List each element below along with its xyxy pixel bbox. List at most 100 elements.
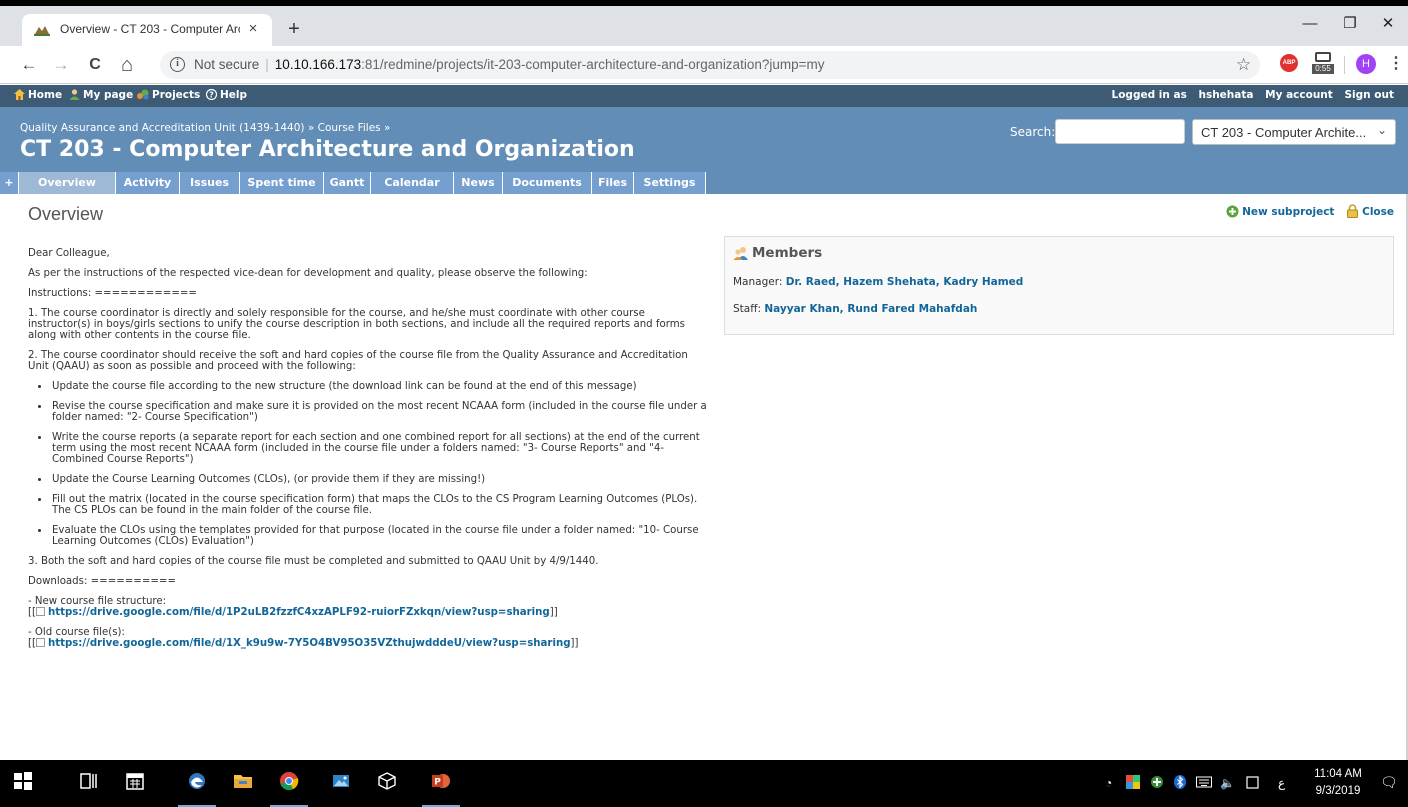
breadcrumb[interactable]: Quality Assurance and Accreditation Unit…	[20, 122, 390, 134]
tab-gantt[interactable]: Gantt	[324, 172, 371, 194]
instruction-2-list: Update the course file according to the …	[50, 381, 708, 547]
tab-issues[interactable]: Issues	[180, 172, 240, 194]
top-menu-my-page[interactable]: My page	[69, 89, 133, 101]
tab-settings[interactable]: Settings	[634, 172, 706, 194]
3d-viewer-button[interactable]	[364, 760, 410, 807]
new-structure-link[interactable]: https://drive.google.com/file/d/1P2uLB2f…	[48, 607, 550, 618]
photos-app-button[interactable]	[318, 760, 364, 807]
tab-close-icon[interactable]: ×	[244, 20, 262, 38]
task-view-button[interactable]	[66, 760, 112, 807]
home-button[interactable]: ⌂	[116, 54, 138, 76]
logged-in-user[interactable]: hshehata	[1198, 89, 1253, 101]
input-language-indicator[interactable]: ع	[1278, 776, 1285, 790]
group-icon	[733, 247, 748, 260]
browser-tab-overview[interactable]: Overview - CT 203 - Computer Architectur…	[22, 14, 272, 46]
tab-new-object[interactable]: +	[0, 172, 19, 194]
tab-calendar[interactable]: Calendar	[371, 172, 454, 194]
browser-toolbar: ← → C ⌂ i Not secure | 10.10.166.173:81/re…	[0, 46, 1408, 84]
search-input[interactable]	[1055, 119, 1185, 144]
forward-button[interactable]: →	[50, 54, 72, 76]
back-button[interactable]: ←	[18, 54, 40, 76]
bluetooth-tray-icon[interactable]	[1174, 775, 1186, 789]
cube-icon	[378, 772, 396, 790]
project-jump-select[interactable]: CT 203 - Computer Archite... ⌄	[1192, 119, 1396, 145]
top-menu-help-label: Help	[220, 89, 248, 101]
list-item: Write the course reports (a separate rep…	[50, 432, 708, 465]
instruction-3: 3. Both the soft and hard copies of the …	[28, 556, 599, 567]
tab-files[interactable]: Files	[592, 172, 634, 194]
clock[interactable]: 11:04 AM 9/3/2019	[1306, 766, 1370, 800]
folder-icon	[234, 775, 252, 788]
color-app-tray-icon[interactable]	[1126, 775, 1140, 789]
close-label: Close	[1362, 206, 1394, 218]
file-explorer-button[interactable]	[220, 760, 266, 807]
members-box: Members Manager: Dr. Raed, Hazem Shehata…	[724, 236, 1394, 335]
tab-spent-time[interactable]: Spent time	[240, 172, 324, 194]
url-host: 10.10.166.173	[274, 57, 362, 72]
user-icon	[69, 89, 80, 100]
window-minimize-button[interactable]: —	[1290, 13, 1330, 35]
new-tab-button[interactable]: +	[282, 17, 306, 41]
new-structure-label: - New course file structure:	[28, 596, 167, 607]
top-menu-home[interactable]: Home	[14, 89, 62, 101]
tab-documents[interactable]: Documents	[503, 172, 592, 194]
top-menu-projects[interactable]: Projects	[137, 89, 200, 101]
profile-avatar[interactable]: H	[1356, 54, 1376, 74]
sign-out-link[interactable]: Sign out	[1344, 89, 1394, 101]
new-subproject-label: New subproject	[1242, 206, 1335, 218]
network-app-tray-icon[interactable]	[1150, 775, 1164, 789]
close-project-link[interactable]: Close	[1346, 204, 1394, 218]
window-maximize-button[interactable]: ❐	[1330, 13, 1370, 35]
keyboard-tray-icon[interactable]	[1196, 775, 1212, 789]
link-open-bracket: [[	[28, 638, 36, 649]
chrome-app-button[interactable]	[266, 760, 312, 807]
calendar-icon	[126, 773, 144, 790]
list-item: Revise the course specification and make…	[50, 401, 708, 423]
powerpoint-button[interactable]: P	[418, 760, 464, 807]
display-tray-icon[interactable]	[1246, 776, 1259, 789]
old-files-link[interactable]: https://drive.google.com/file/d/1X_k9u9w…	[48, 638, 571, 649]
help-icon: ?	[206, 89, 217, 100]
staff-label: Staff:	[733, 303, 761, 315]
svg-text:P: P	[434, 778, 441, 788]
site-info-icon[interactable]: i	[170, 57, 185, 72]
instruction-1: 1. The course coordinator is directly an…	[28, 308, 685, 341]
instructions-header: Instructions: ============	[28, 288, 197, 299]
my-account-link[interactable]: My account	[1265, 89, 1333, 101]
project-description: Dear Colleague, As per the instructions …	[28, 248, 708, 658]
top-menu-home-label: Home	[28, 89, 63, 101]
browser-menu-icon[interactable]: ⋮	[1388, 53, 1404, 73]
edge-app-button[interactable]	[174, 760, 220, 807]
wifi-tray-icon[interactable]: ◔	[1105, 776, 1112, 790]
address-bar[interactable]: i Not secure | 10.10.166.173:81/redmine/pr…	[160, 51, 1260, 79]
instruction-2: 2. The course coordinator should receive…	[28, 350, 688, 372]
tab-overview[interactable]: Overview	[19, 172, 116, 194]
calendar-app-button[interactable]	[112, 760, 158, 807]
list-item: Update the course file according to the …	[50, 381, 708, 392]
project-select-value: CT 203 - Computer Archite...	[1201, 125, 1367, 140]
window-close-button[interactable]: ✕	[1368, 13, 1408, 35]
staff-links[interactable]: Nayyar Khan, Rund Fared Mahafdah	[764, 303, 977, 315]
old-files-block: - Old course file(s): [[https://drive.go…	[28, 627, 708, 649]
adblock-extension-icon[interactable]: ABP	[1280, 54, 1298, 72]
action-center-icon[interactable]: 🗨	[1380, 774, 1398, 791]
link-close-bracket: ]]	[570, 638, 579, 649]
reload-button[interactable]: C	[84, 54, 106, 76]
new-subproject-link[interactable]: New subproject	[1226, 205, 1338, 218]
volume-tray-icon[interactable]: 🔈	[1220, 776, 1235, 790]
main-content: Overview New subproject Close Dear Colle…	[0, 194, 1406, 760]
tab-activity[interactable]: Activity	[116, 172, 180, 194]
managers-links[interactable]: Dr. Raed, Hazem Shehata, Kadry Hamed	[786, 276, 1024, 288]
toolbar-separator	[1344, 56, 1345, 74]
new-structure-block: - New course file structure: [[https://d…	[28, 596, 708, 618]
chrome-browser-icon	[280, 772, 299, 791]
start-button[interactable]	[0, 760, 46, 807]
top-menu: Home My page Projects ? Help Logged in as…	[0, 85, 1408, 107]
timer-extension-icon[interactable]: 0:55	[1312, 52, 1334, 74]
edge-browser-icon	[189, 773, 205, 789]
greeting-text: Dear Colleague,	[28, 248, 110, 259]
tab-news[interactable]: News	[454, 172, 503, 194]
redmine-favicon-icon	[34, 26, 50, 36]
top-menu-help[interactable]: ? Help	[206, 89, 247, 101]
bookmark-star-icon[interactable]: ☆	[1236, 55, 1251, 75]
